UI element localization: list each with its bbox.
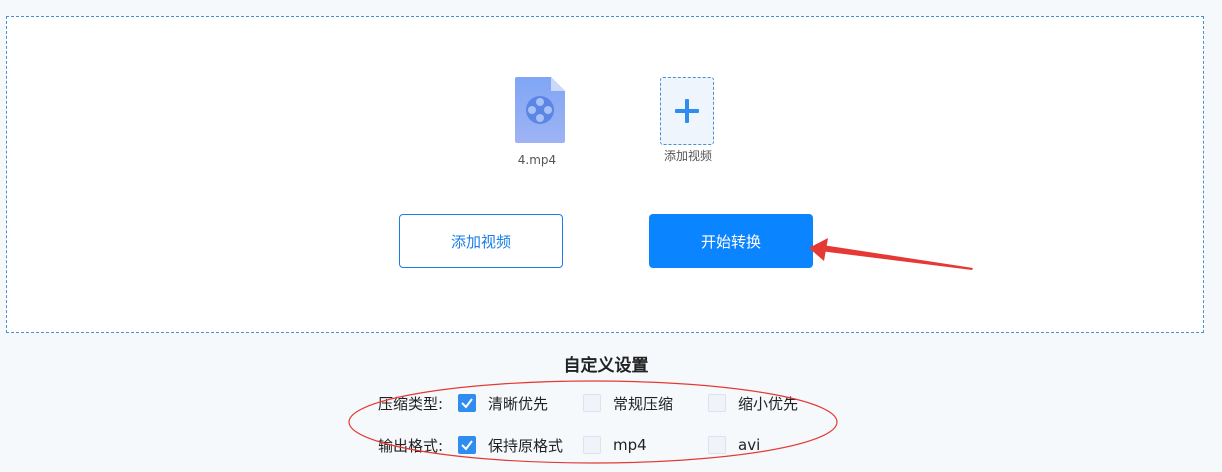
output-format-row: 输出格式: 保持原格式 mp4 avi — [378, 433, 760, 457]
option-size-first[interactable]: 缩小优先 — [708, 393, 798, 414]
checkbox-unchecked-icon[interactable] — [708, 436, 726, 454]
option-avi[interactable]: avi — [708, 436, 760, 454]
option-normal-compress[interactable]: 常规压缩 — [583, 393, 708, 414]
start-convert-button[interactable]: 开始转换 — [649, 214, 813, 268]
settings-title: 自定义设置 — [563, 356, 649, 376]
option-label: 缩小优先 — [738, 394, 799, 413]
checkbox-unchecked-icon[interactable] — [708, 394, 726, 412]
option-label: avi — [738, 436, 761, 454]
checkbox-checked-icon[interactable] — [458, 394, 476, 412]
add-video-button[interactable]: 添加视频 — [399, 214, 563, 268]
checkbox-unchecked-icon[interactable] — [583, 436, 601, 454]
output-format-label: 输出格式: — [378, 436, 444, 455]
video-file-icon — [514, 77, 565, 143]
checkbox-checked-icon[interactable] — [458, 436, 476, 454]
option-clarity-first[interactable]: 清晰优先 — [458, 393, 583, 414]
compression-type-row: 压缩类型: 清晰优先 常规压缩 缩小优先 — [378, 391, 798, 415]
add-video-tile-label: 添加视频 — [663, 149, 712, 163]
file-drop-zone[interactable]: 4.mp4 添加视频 添加视频 开始转换 — [6, 16, 1204, 333]
add-video-box[interactable] — [660, 77, 714, 145]
option-mp4[interactable]: mp4 — [583, 436, 708, 454]
checkbox-unchecked-icon[interactable] — [583, 394, 601, 412]
option-label: 清晰优先 — [488, 394, 549, 413]
file-item[interactable]: 4.mp4 — [507, 77, 567, 167]
plus-icon — [675, 99, 699, 123]
option-label: mp4 — [613, 436, 647, 454]
option-label: 常规压缩 — [613, 394, 674, 413]
option-keep-format[interactable]: 保持原格式 — [458, 435, 583, 456]
add-video-tile[interactable]: 添加视频 — [654, 77, 722, 164]
option-label: 保持原格式 — [488, 436, 564, 455]
compression-type-label: 压缩类型: — [378, 394, 444, 413]
file-name: 4.mp4 — [517, 153, 557, 167]
